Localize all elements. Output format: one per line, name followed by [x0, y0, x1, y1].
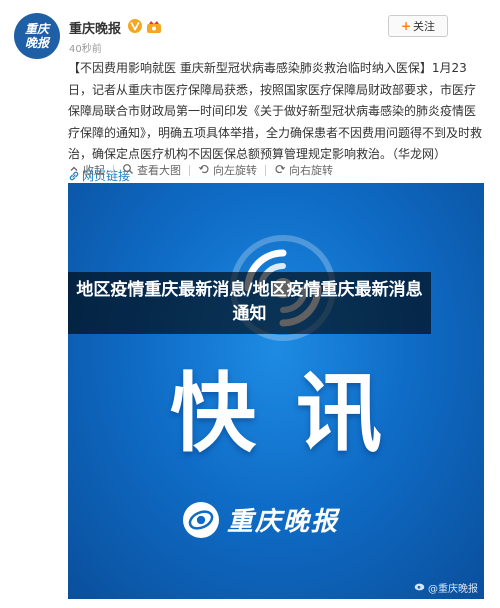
author-name[interactable]: 重庆晚报 [69, 18, 121, 37]
rotate-left-button[interactable]: 向左旋转 [198, 162, 257, 178]
weibo-post: 重庆晚报 重庆晚报 40秒前 + 关注 【不因费用影响就医 重庆新型冠状病毒感染… [0, 0, 500, 608]
weibo-logo-icon [414, 581, 426, 594]
image-brand-text: 重庆晚报 [227, 507, 340, 537]
plus-icon: + [400, 19, 412, 33]
zoom-icon [122, 163, 134, 178]
view-large-button[interactable]: 查看大图 [122, 162, 181, 178]
post-text: 1月23日，记者从重庆市医疗保障局获悉，按照国家医疗保障局财政部要求，市医疗保障… [68, 61, 483, 161]
vip-badge-icon [146, 19, 162, 33]
follow-button[interactable]: + 关注 [388, 15, 448, 37]
post-headline: 【不因费用影响就医 重庆新型冠状病毒感染肺炎救治临时纳入医保】 [68, 61, 432, 75]
image-big-text: 快讯 [170, 364, 422, 464]
image-action-bar: 收起 查看大图 向左旋转 向右旋转 [68, 160, 333, 180]
view-large-label: 查看大图 [137, 164, 181, 177]
follow-label: 关注 [413, 20, 436, 33]
collapse-button[interactable]: 收起 [68, 162, 105, 178]
post-header: 重庆晚报 重庆晚报 40秒前 + 关注 [0, 0, 500, 60]
rotate-right-label: 向右旋转 [289, 164, 333, 177]
rotate-right-button[interactable]: 向右旋转 [274, 162, 333, 178]
collect-icon [68, 163, 80, 178]
avatar[interactable]: 重庆晚报 [14, 13, 60, 59]
image-watermark: @重庆晚报 [414, 580, 478, 595]
post-image[interactable]: 快讯 重庆晚报 @重庆晚报 [68, 183, 484, 599]
collapse-label: 收起 [83, 164, 105, 177]
divider [113, 164, 114, 176]
avatar-logo-text: 重庆晚报 [24, 22, 49, 50]
brand-logo-icon [183, 501, 219, 538]
rotate-right-icon [274, 163, 286, 178]
overlay-title: 地区疫情重庆最新消息/地区疫情重庆最新消息通知 [68, 272, 431, 334]
post-timestamp[interactable]: 40秒前 [69, 40, 102, 55]
divider [189, 164, 190, 176]
verified-v-icon [128, 19, 142, 33]
rotate-left-icon [198, 163, 210, 178]
watermark-text: @重庆晚报 [428, 584, 478, 595]
rotate-left-label: 向左旋转 [213, 164, 257, 177]
image-brand: 重庆晚报 [183, 501, 339, 538]
divider [265, 164, 266, 176]
